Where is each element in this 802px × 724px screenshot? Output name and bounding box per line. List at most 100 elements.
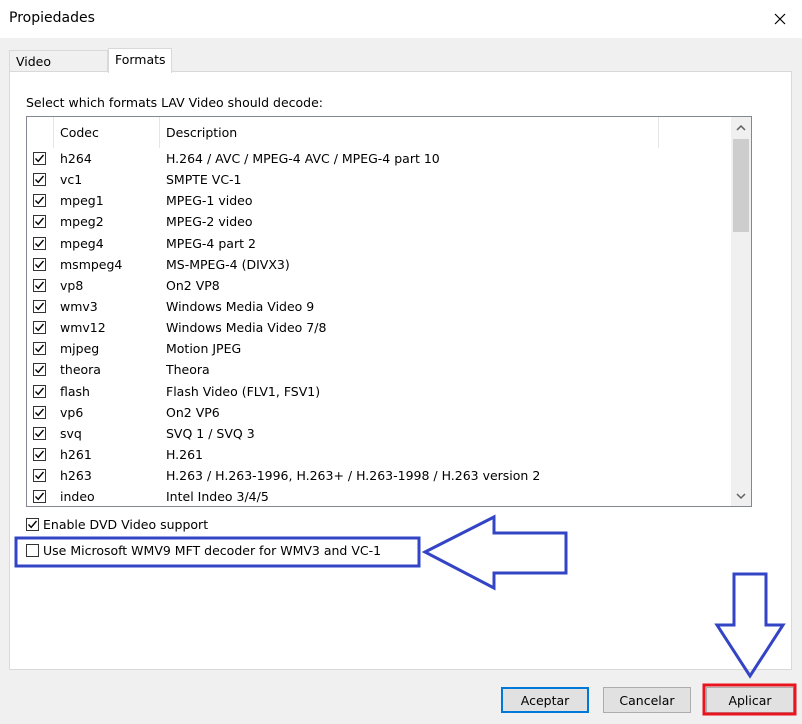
row-checkbox-cell[interactable] [33,233,49,254]
row-checkbox[interactable] [33,278,46,292]
checkmark-icon [34,260,45,269]
row-checkbox[interactable] [33,300,46,314]
row-checkbox[interactable] [33,257,46,271]
row-checkbox-cell[interactable] [33,190,49,211]
table-row[interactable]: wmv3 Windows Media Video 9 [27,296,731,317]
dvd-support-checkbox[interactable] [26,518,39,531]
table-row[interactable]: theora Theora [27,359,731,380]
table-row[interactable]: h261 H.261 [27,444,731,465]
tab-label: Formats [115,52,166,67]
codec-cell: mpeg1 [60,193,104,209]
row-checkbox[interactable] [33,152,46,166]
codec-cell: wmv12 [60,320,106,336]
description-cell: Windows Media Video 9 [166,299,315,315]
row-checkbox[interactable] [33,363,46,377]
row-checkbox-cell[interactable] [33,423,49,444]
codec-cell: mjpeg [60,341,100,357]
checkmark-icon [34,366,45,374]
close-button[interactable] [758,0,802,38]
wmv9-mft-option[interactable]: Use Microsoft WMV9 MFT decoder for WMV3 … [26,543,381,558]
codec-cell: h263 [60,468,92,484]
table-row[interactable]: vp8 On2 VP8 [27,275,731,296]
table-row[interactable]: h264 H.264 / AVC / MPEG-4 AVC / MPEG-4 pa… [27,148,731,169]
codec-cell: h264 [60,151,92,167]
checkmark-icon [34,492,45,501]
table-row[interactable]: msmpeg4 MS-MPEG-4 (DIVX3) [27,254,731,275]
checkmark-icon [34,239,45,247]
description-cell: On2 VP6 [166,404,220,420]
row-checkbox-cell[interactable] [33,338,49,359]
tab-video-settings[interactable]: Video Settings [9,50,108,84]
row-checkbox-cell[interactable] [33,486,49,506]
table-row[interactable]: mpeg1 MPEG-1 video [27,190,731,211]
row-checkbox-cell[interactable] [33,381,49,402]
scroll-up-button[interactable] [731,117,751,137]
table-row[interactable]: mpeg2 MPEG-2 video [27,211,731,232]
table-row[interactable]: indeo Intel Indeo 3/4/5 [27,486,731,506]
table-row[interactable]: flash Flash Video (FLV1, FSV1) [27,381,731,402]
row-checkbox[interactable] [33,342,46,356]
row-checkbox[interactable] [33,469,46,483]
table-row[interactable]: mpeg4 MPEG-4 part 2 [27,233,731,254]
codec-cell: theora [60,362,101,378]
codec-cell: vp8 [60,277,84,293]
description-cell: Intel Indeo 3/4/5 [166,489,269,505]
description-cell: SMPTE VC-1 [166,172,242,188]
window-title: Propiedades [9,10,95,26]
table-row[interactable]: svq SVQ 1 / SVQ 3 [27,423,731,444]
row-checkbox-cell[interactable] [33,169,49,190]
row-checkbox[interactable] [33,405,46,419]
row-checkbox[interactable] [33,490,46,504]
row-checkbox-cell[interactable] [33,317,49,338]
wmv9-mft-checkbox[interactable] [26,544,39,557]
wmv9-mft-label: Use Microsoft WMV9 MFT decoder for WMV3 … [43,543,382,558]
row-checkbox[interactable] [33,384,46,398]
row-checkbox-cell[interactable] [33,444,49,465]
table-row[interactable]: vp6 On2 VP6 [27,402,731,423]
description-cell: MS-MPEG-4 (DIVX3) [166,256,290,272]
row-checkbox-cell[interactable] [33,402,49,423]
checkmark-icon [34,175,45,184]
description-cell: SVQ 1 / SVQ 3 [166,425,255,441]
row-checkbox[interactable] [33,173,46,187]
row-checkbox-cell[interactable] [33,359,49,380]
vertical-scrollbar[interactable] [731,117,751,506]
codec-cell: vp6 [60,404,84,420]
description-cell: MPEG-4 part 2 [166,235,256,251]
table-row[interactable]: h263 H.263 / H.263-1996, H.263+ / H.263-1… [27,465,731,486]
row-checkbox-cell[interactable] [33,465,49,486]
column-header-check[interactable] [27,117,54,148]
codec-cell: svq [60,425,82,441]
close-icon [774,13,786,25]
checkmark-icon [34,450,45,459]
formats-list[interactable]: Codec Description h264 H.264 / AVC / MPEG… [26,116,752,507]
row-checkbox[interactable] [33,236,46,250]
table-row[interactable]: vc1 SMPTE VC-1 [27,169,731,190]
column-header-description[interactable]: Description [160,117,659,148]
codec-cell: indeo [60,489,95,505]
row-checkbox-cell[interactable] [33,275,49,296]
row-checkbox[interactable] [33,448,46,462]
codec-cell: h261 [60,447,92,463]
table-row[interactable]: wmv12 Windows Media Video 7/8 [27,317,731,338]
row-checkbox[interactable] [33,215,46,229]
row-checkbox-cell[interactable] [33,254,49,275]
formats-prompt: Select which formats LAV Video should de… [26,95,324,110]
cancel-button[interactable]: Cancelar [603,687,691,713]
row-checkbox[interactable] [33,426,46,440]
scroll-down-button[interactable] [731,486,751,506]
title-bar: Propiedades [0,0,802,38]
description-cell: Windows Media Video 7/8 [166,320,327,336]
apply-button[interactable]: Aplicar [706,687,794,713]
row-checkbox[interactable] [33,194,46,208]
column-header-codec[interactable]: Codec [54,117,160,148]
tab-formats[interactable]: Formats [108,48,172,73]
row-checkbox-cell[interactable] [33,148,49,169]
dvd-support-option[interactable]: Enable DVD Video support [26,517,208,532]
accept-button[interactable]: Aceptar [501,687,589,713]
row-checkbox-cell[interactable] [33,211,49,232]
row-checkbox[interactable] [33,321,46,335]
table-row[interactable]: mjpeg Motion JPEG [27,338,731,359]
row-checkbox-cell[interactable] [33,296,49,317]
scroll-thumb[interactable] [733,139,749,232]
